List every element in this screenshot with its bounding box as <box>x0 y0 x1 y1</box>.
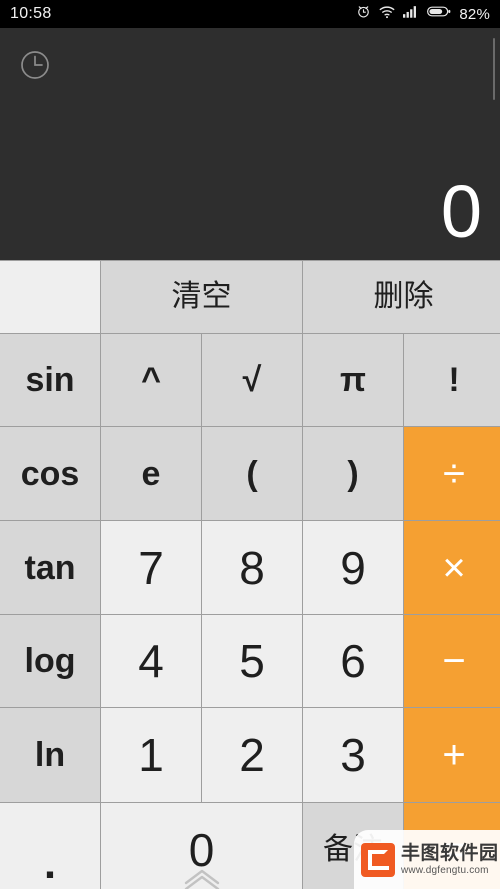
key-3[interactable]: 3 <box>303 708 403 802</box>
key-blank <box>0 261 100 333</box>
battery-icon <box>427 5 451 23</box>
key-4-label: 4 <box>138 635 164 687</box>
key-power[interactable]: ^ <box>101 334 201 426</box>
key-tan[interactable]: tan <box>0 521 100 614</box>
key-power-label: ^ <box>141 361 161 399</box>
key-e[interactable]: e <box>101 427 201 520</box>
wifi-icon <box>379 5 395 24</box>
key-5-label: 5 <box>239 635 265 687</box>
key-pi-label: π <box>339 361 367 399</box>
calculator-display: 0 <box>0 28 500 260</box>
result-value: 0 <box>440 170 482 253</box>
key-8-label: 8 <box>239 541 265 594</box>
key-cos-label: cos <box>20 454 80 493</box>
alarm-icon <box>356 4 371 24</box>
key-factorial-label: ! <box>448 361 460 399</box>
calculator-screen: 10:58 82% 0 清空 删除 sin ^ √ π ! cos e () … <box>0 0 500 889</box>
key-decimal-label: . <box>43 838 57 888</box>
key-notes[interactable]: 备注 <box>303 803 403 889</box>
key-2-label: 2 <box>239 729 265 781</box>
key-divide-label: ÷ <box>443 451 465 496</box>
key-decimal[interactable]: . <box>0 803 100 889</box>
key-7-label: 7 <box>138 541 164 594</box>
key-delete-label: 删除 <box>373 280 434 313</box>
history-clock-icon[interactable] <box>18 48 52 82</box>
key-clear[interactable]: 清空 <box>101 261 302 333</box>
key-e-label: e <box>141 454 161 493</box>
key-ln-label: ln <box>34 736 66 774</box>
key-4[interactable]: 4 <box>101 615 201 707</box>
key-clear-label: 清空 <box>171 280 232 313</box>
signal-icon <box>403 5 419 23</box>
key-6[interactable]: 6 <box>303 615 403 707</box>
key-minus-label: − <box>442 639 466 683</box>
key-6-label: 6 <box>340 635 366 687</box>
key-paren-open-label: ( <box>246 454 258 493</box>
key-0-label: 0 <box>188 823 215 876</box>
key-sqrt[interactable]: √ <box>202 334 302 426</box>
key-minus[interactable]: − <box>404 615 500 707</box>
key-paren-close[interactable]: ) <box>303 427 403 520</box>
chevron-up-icon[interactable] <box>180 867 224 889</box>
key-sin[interactable]: sin <box>0 334 100 426</box>
key-multiply[interactable]: × <box>404 521 500 614</box>
status-bar-icons: 82% <box>356 4 490 24</box>
key-1[interactable]: 1 <box>101 708 201 802</box>
status-bar-clock: 10:58 <box>10 5 52 22</box>
key-sin-label: sin <box>25 361 75 399</box>
keypad: 清空 删除 sin ^ √ π! cos e () ÷ tan 7 8 9 × log 4 5 6 − ln 1 2 3 +. 0… <box>0 260 500 889</box>
key-cos[interactable]: cos <box>0 427 100 520</box>
key-paren-close-label: ) <box>347 454 359 493</box>
key-9-label: 9 <box>340 541 366 594</box>
key-1-label: 1 <box>138 729 164 781</box>
key-factorial[interactable]: ! <box>404 334 500 426</box>
key-equals-label: = <box>442 827 466 872</box>
key-7[interactable]: 7 <box>101 521 201 614</box>
battery-percent-label: 82% <box>459 5 490 23</box>
key-sqrt-label: √ <box>242 361 262 399</box>
key-plus[interactable]: + <box>404 708 500 802</box>
key-2[interactable]: 2 <box>202 708 302 802</box>
key-delete[interactable]: 删除 <box>303 261 500 333</box>
status-bar: 10:58 82% <box>0 0 500 28</box>
display-scrollbar[interactable] <box>493 38 495 100</box>
key-3-label: 3 <box>340 729 366 781</box>
key-multiply-label: × <box>442 545 466 590</box>
key-equals[interactable]: = <box>404 803 500 889</box>
key-ln[interactable]: ln <box>0 708 100 802</box>
key-log-label: log <box>24 642 76 680</box>
key-9[interactable]: 9 <box>303 521 403 614</box>
key-log[interactable]: log <box>0 615 100 707</box>
key-pi[interactable]: π <box>303 334 403 426</box>
key-divide[interactable]: ÷ <box>404 427 500 520</box>
key-0[interactable]: 0 <box>101 803 302 889</box>
key-plus-label: + <box>442 733 466 777</box>
key-5[interactable]: 5 <box>202 615 302 707</box>
key-tan-label: tan <box>24 548 76 587</box>
key-paren-open[interactable]: ( <box>202 427 302 520</box>
key-8[interactable]: 8 <box>202 521 302 614</box>
key-notes-label: 备注 <box>323 832 383 866</box>
